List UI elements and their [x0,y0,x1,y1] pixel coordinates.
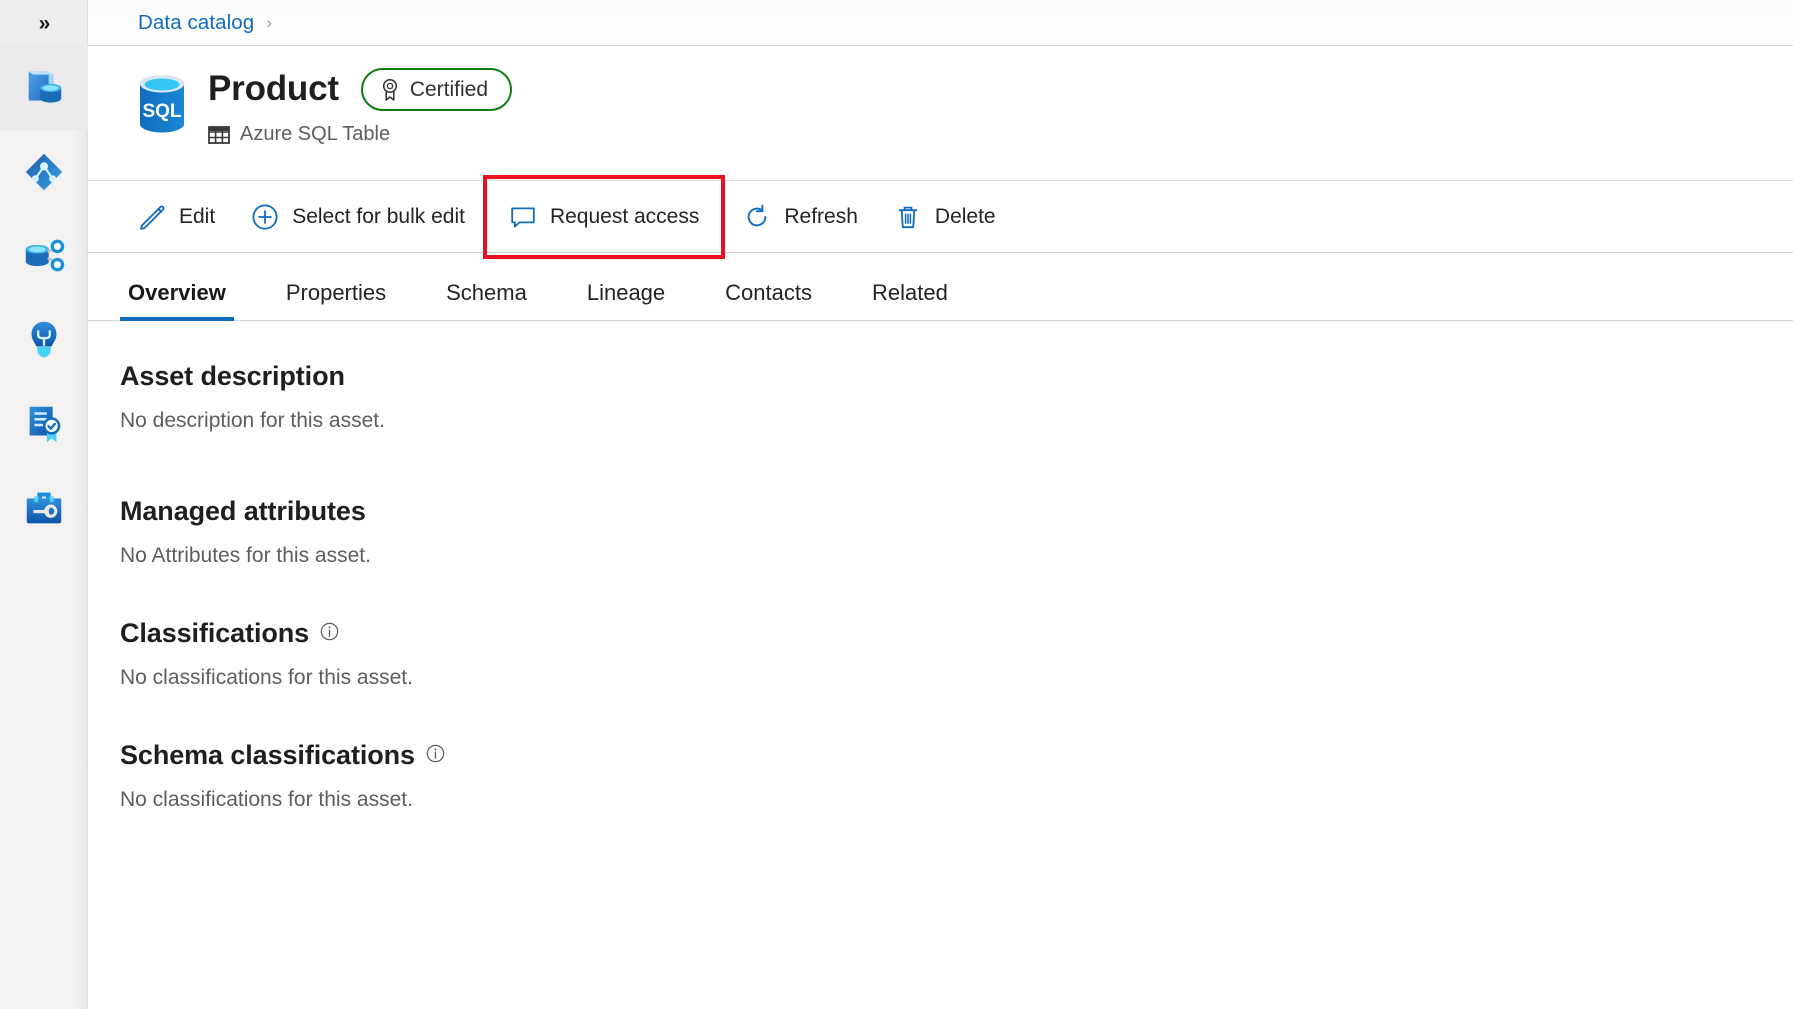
managed-attributes-section: Managed attributes No Attributes for thi… [120,496,1793,568]
asset-title-row: Product Certified [208,68,512,111]
page-title: Product [208,70,339,109]
database-share-icon [21,233,67,279]
classifications-heading: Classifications [120,618,1793,649]
book-database-icon [21,65,67,111]
info-icon[interactable] [426,744,445,763]
managed-attributes-title: Managed attributes [120,496,366,527]
certificate-document-icon [21,401,67,447]
bulk-edit-label: Select for bulk edit [292,205,465,229]
breadcrumb: Data catalog › [88,0,1793,46]
overview-panel: Asset description No description for thi… [88,321,1793,812]
lightbulb-icon [21,317,67,363]
sidebar-item-data-catalog[interactable] [0,46,88,130]
plus-circle-icon [251,203,279,231]
rail-header: » [0,0,87,46]
left-nav-rail: » [0,0,88,1009]
sidebar-item-data-map[interactable] [0,130,88,214]
managed-attributes-heading: Managed attributes [120,496,1793,527]
tab-overview[interactable]: Overview [120,280,234,320]
select-for-bulk-edit-button[interactable]: Select for bulk edit [233,181,483,253]
classifications-text: No classifications for this asset. [120,666,1793,690]
tab-lineage[interactable]: Lineage [579,280,673,320]
classifications-section: Classifications No classifications for t… [120,618,1793,690]
asset-description-heading: Asset description [120,361,1793,392]
info-icon[interactable] [320,622,339,641]
certification-ribbon-icon [379,78,401,102]
classifications-title: Classifications [120,618,309,649]
tab-properties[interactable]: Properties [278,280,394,320]
pencil-icon [138,203,166,231]
main-content-area: Data catalog › SQL Product [88,0,1793,1009]
asset-type-row: Azure SQL Table [208,123,512,146]
request-access-label: Request access [550,205,699,229]
request-access-button[interactable]: Request access [487,179,721,255]
delete-label: Delete [935,205,996,229]
command-bar: Edit Select for bulk edit Request access… [88,181,1793,253]
refresh-icon [743,203,771,231]
comment-bubble-icon [509,203,537,231]
tab-bar: Overview Properties Schema Lineage Conta… [88,253,1793,321]
sidebar-item-data-sharing[interactable] [0,298,88,382]
table-grid-icon [208,124,230,146]
schema-classifications-section: Schema classifications No classification… [120,740,1793,812]
toolbox-wrench-icon [21,485,67,531]
asset-type-label: Azure SQL Table [240,123,390,146]
asset-header: SQL Product Certified [88,46,1793,181]
tab-contacts[interactable]: Contacts [717,280,820,320]
sidebar-item-data-policy[interactable] [0,382,88,466]
schema-classifications-title: Schema classifications [120,740,415,771]
sidebar-item-management[interactable] [0,466,88,550]
schema-classifications-text: No classifications for this asset. [120,788,1793,812]
asset-description-section: Asset description No description for thi… [120,361,1793,433]
tab-related[interactable]: Related [864,280,956,320]
certified-badge[interactable]: Certified [361,68,512,111]
managed-attributes-text: No Attributes for this asset. [120,544,1793,568]
refresh-label: Refresh [784,205,858,229]
schema-classifications-heading: Schema classifications [120,740,1793,771]
breadcrumb-separator-icon: › [266,13,272,33]
svg-text:SQL: SQL [142,101,181,122]
refresh-button[interactable]: Refresh [725,181,876,253]
sidebar-item-data-estate-insights[interactable] [0,214,88,298]
tab-schema[interactable]: Schema [438,280,535,320]
edit-button[interactable]: Edit [120,181,233,253]
asset-description-title: Asset description [120,361,345,392]
data-map-diamond-icon [21,149,67,195]
trash-icon [894,203,922,231]
expand-nav-icon[interactable]: » [39,13,49,34]
certified-label: Certified [410,78,488,102]
asset-description-text: No description for this asset. [120,409,1793,433]
edit-label: Edit [179,205,215,229]
breadcrumb-data-catalog-link[interactable]: Data catalog [138,11,254,35]
delete-button[interactable]: Delete [876,181,1014,253]
azure-sql-database-icon: SQL [136,72,188,136]
